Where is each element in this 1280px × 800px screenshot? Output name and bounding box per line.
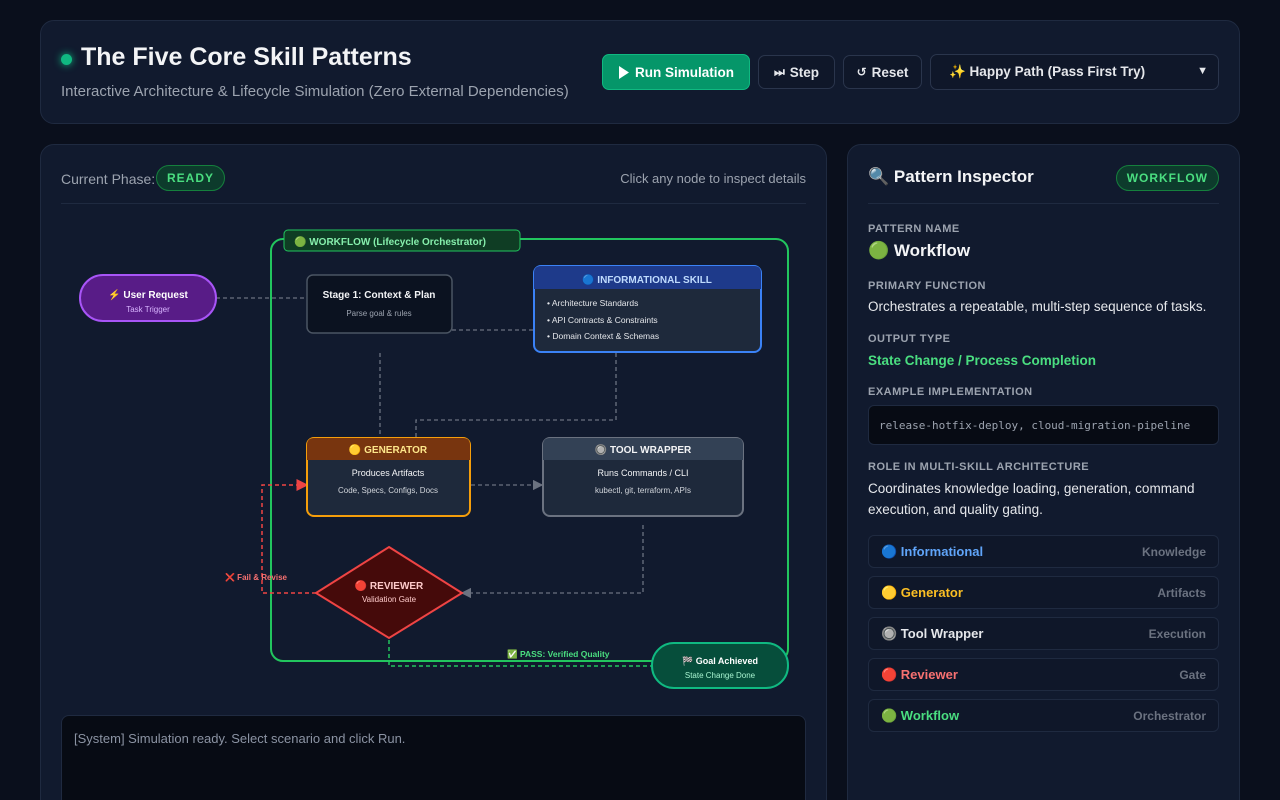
primary-function-value: Orchestrates a repeatable, multi-step se… (868, 299, 1207, 314)
generator-line1: Produces Artifacts (352, 468, 425, 478)
page-title: The Five Core Skill Patterns (81, 43, 412, 71)
node-user-request[interactable]: ⚡ User Request Task Trigger (79, 274, 217, 322)
output-type-value: State Change / Process Completion (868, 353, 1097, 368)
node-informational-skill[interactable]: 🔵 INFORMATIONAL SKILL • Architecture Sta… (533, 265, 762, 353)
goal-subtitle: State Change Done (685, 671, 756, 680)
play-icon (619, 65, 629, 79)
tool-wrapper-title: 🔘 TOOL WRAPPER (595, 443, 692, 456)
legend-item-name: 🔴 Reviewer (881, 667, 958, 682)
informational-item: • Architecture Standards (547, 298, 638, 308)
phase-label: Current Phase: (61, 171, 156, 187)
header-bar: The Five Core Skill Patterns Interactive… (40, 20, 1240, 124)
node-stage1-context-plan[interactable]: Stage 1: Context & Plan Parse goal & rul… (306, 274, 453, 334)
stage1-subtitle: Parse goal & rules (346, 309, 411, 318)
user-request-title: ⚡ User Request (108, 288, 188, 301)
legend-item[interactable]: 🔵 Informational Knowledge (868, 535, 1219, 568)
generator-line2: Code, Specs, Configs, Docs (338, 486, 438, 495)
inspector-badge: WORKFLOW (1115, 165, 1219, 191)
log-line: [System] Simulation ready. Select scenar… (74, 731, 406, 746)
chevron-down-icon: ▼ (1197, 65, 1208, 77)
legend-item-role: Knowledge (1141, 545, 1206, 559)
scenario-select[interactable]: ✨ Happy Path (Pass First Try) ▼ (930, 54, 1219, 90)
inspect-hint: Click any node to inspect details (620, 171, 806, 186)
output-type-label: Output Type (868, 333, 951, 345)
node-generator[interactable]: 🟡 GENERATOR Produces Artifacts Code, Spe… (306, 437, 471, 517)
node-tool-wrapper[interactable]: 🔘 TOOL WRAPPER Runs Commands / CLI kubec… (542, 437, 744, 517)
pattern-name-label: Pattern Name (868, 223, 960, 235)
legend-item-name: 🟡 Generator (881, 585, 963, 600)
legend-item[interactable]: 🟡 Generator Artifacts (868, 576, 1219, 609)
run-simulation-label: Run Simulation (635, 64, 734, 80)
divider (61, 203, 806, 204)
edge-informational-generator (415, 353, 617, 438)
tool-wrapper-line2: kubectl, git, terraform, APIs (595, 486, 691, 495)
legend-item-role: Artifacts (1157, 586, 1206, 600)
legend-item-role: Orchestrator (1133, 709, 1206, 723)
step-label: Step (789, 64, 820, 80)
legend-item[interactable]: 🔘 Tool Wrapper Execution (868, 617, 1219, 650)
status-dot-icon (61, 54, 72, 65)
informational-item: • API Contracts & Constraints (547, 315, 658, 325)
reset-icon: ↺ (856, 65, 867, 79)
tool-wrapper-line1: Runs Commands / CLI (597, 468, 688, 478)
role-value: Coordinates knowledge loading, generatio… (868, 481, 1195, 517)
step-button[interactable]: ⏭ Step (758, 55, 835, 89)
reviewer-title: 🔴 REVIEWER (355, 579, 424, 592)
reviewer-subtitle: Validation Gate (362, 595, 417, 604)
inspector-title: 🔍 Pattern Inspector (868, 167, 1034, 186)
primary-function-label: Primary Function (868, 280, 986, 292)
goal-title: 🏁 Goal Achieved (682, 655, 758, 666)
run-simulation-button[interactable]: Run Simulation (602, 54, 750, 90)
fail-revise-label: ❌ Fail & Revise (225, 572, 288, 582)
legend-item-name: 🟢 Workflow (881, 708, 960, 723)
edge-toolwrapper-reviewer (460, 525, 644, 599)
legend-item-name: 🔘 Tool Wrapper (881, 626, 984, 641)
stage1-title: Stage 1: Context & Plan (323, 290, 436, 301)
legend-item-name: 🔵 Informational (881, 544, 984, 559)
divider (868, 203, 1219, 204)
scenario-selected-value: ✨ Happy Path (Pass First Try) (949, 64, 1146, 79)
legend-item[interactable]: 🟢 Workflow Orchestrator (868, 699, 1219, 732)
reset-label: Reset (871, 64, 909, 80)
skip-forward-icon: ⏭ (773, 64, 785, 79)
user-request-subtitle: Task Trigger (126, 305, 170, 314)
workflow-label: 🟢 WORKFLOW (Lifecycle Orchestrator) (294, 235, 486, 248)
node-reviewer[interactable]: 🔴 REVIEWER Validation Gate (314, 545, 464, 640)
reset-button[interactable]: ↺ Reset (843, 55, 922, 89)
example-label: Example Implementation (868, 386, 1033, 398)
pattern-name-value: 🟢 Workflow (868, 241, 971, 260)
phase-badge: READY (156, 165, 226, 191)
node-goal-achieved[interactable]: 🏁 Goal Achieved State Change Done (651, 642, 789, 689)
legend-item-role: Execution (1148, 627, 1206, 641)
generator-title: 🟡 GENERATOR (349, 443, 428, 456)
simulation-panel: Current Phase: READY Click any node to i… (40, 144, 827, 800)
architecture-diagram: 🟢 WORKFLOW (Lifecycle Orchestrator) ⚡ Us… (79, 229, 789, 689)
informational-item: • Domain Context & Schemas (547, 331, 659, 341)
legend-item-role: Gate (1179, 668, 1206, 682)
pattern-inspector-panel: 🔍 Pattern Inspector WORKFLOW Pattern Nam… (847, 144, 1240, 800)
example-code: release-hotfix-deploy, cloud-migration-p… (868, 405, 1219, 445)
simulation-log[interactable]: [System] Simulation ready. Select scenar… (61, 715, 806, 800)
informational-title: 🔵 INFORMATIONAL SKILL (582, 273, 712, 286)
pass-label: ✅ PASS: Verified Quality (507, 649, 610, 659)
legend-item[interactable]: 🔴 Reviewer Gate (868, 658, 1219, 691)
page-subtitle: Interactive Architecture & Lifecycle Sim… (61, 83, 569, 100)
role-label: Role in Multi-Skill Architecture (868, 461, 1090, 473)
